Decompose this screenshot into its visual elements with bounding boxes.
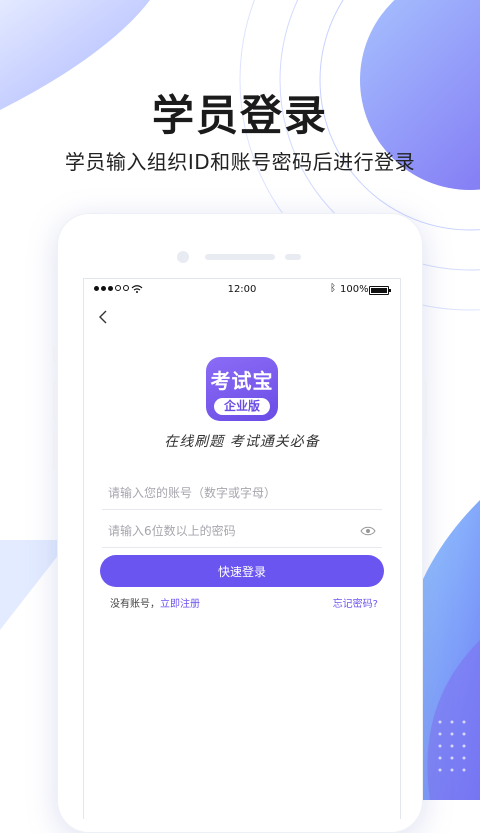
power-button <box>423 381 427 437</box>
login-button[interactable]: 快速登录 <box>100 555 384 587</box>
password-field <box>102 517 382 548</box>
volume-down-button <box>53 431 57 471</box>
eye-icon[interactable] <box>360 525 376 537</box>
app-slogan: 在线刷题 考试通关必备 <box>164 434 320 450</box>
hero-subtitle: 学员输入组织ID和账号密码后进行登录 <box>64 150 416 174</box>
password-input[interactable] <box>102 517 354 545</box>
account-field <box>102 479 382 510</box>
volume-up-button <box>53 381 57 421</box>
account-input[interactable] <box>102 479 354 507</box>
sensor-pill <box>285 254 301 260</box>
app-logo: 考试宝 企业版 <box>206 357 278 421</box>
mute-switch <box>53 345 57 363</box>
logo-badge: 企业版 <box>214 398 270 415</box>
speaker-grille <box>205 254 275 260</box>
back-arrow-icon[interactable] <box>94 307 114 327</box>
battery-icon <box>369 286 391 295</box>
status-bar: 12:00 ᛒ 100% <box>84 279 400 301</box>
register-link[interactable]: 立即注册 <box>160 599 200 610</box>
battery-percent: 100% <box>340 284 369 295</box>
register-row: 没有账号，立即注册 <box>110 595 200 610</box>
camera-dot <box>177 251 189 263</box>
forgot-password-link[interactable]: 忘记密码? <box>333 595 378 610</box>
logo-text: 考试宝 <box>210 369 274 393</box>
bluetooth-icon: ᛒ <box>330 283 336 294</box>
phone-screen: 12:00 ᛒ 100% 考试宝 企业版 在线刷题 考试通关必备 快速登录 没有… <box>83 278 401 819</box>
hero-title: 学员登录 <box>151 91 328 140</box>
no-account-label: 没有账号， <box>110 599 160 610</box>
